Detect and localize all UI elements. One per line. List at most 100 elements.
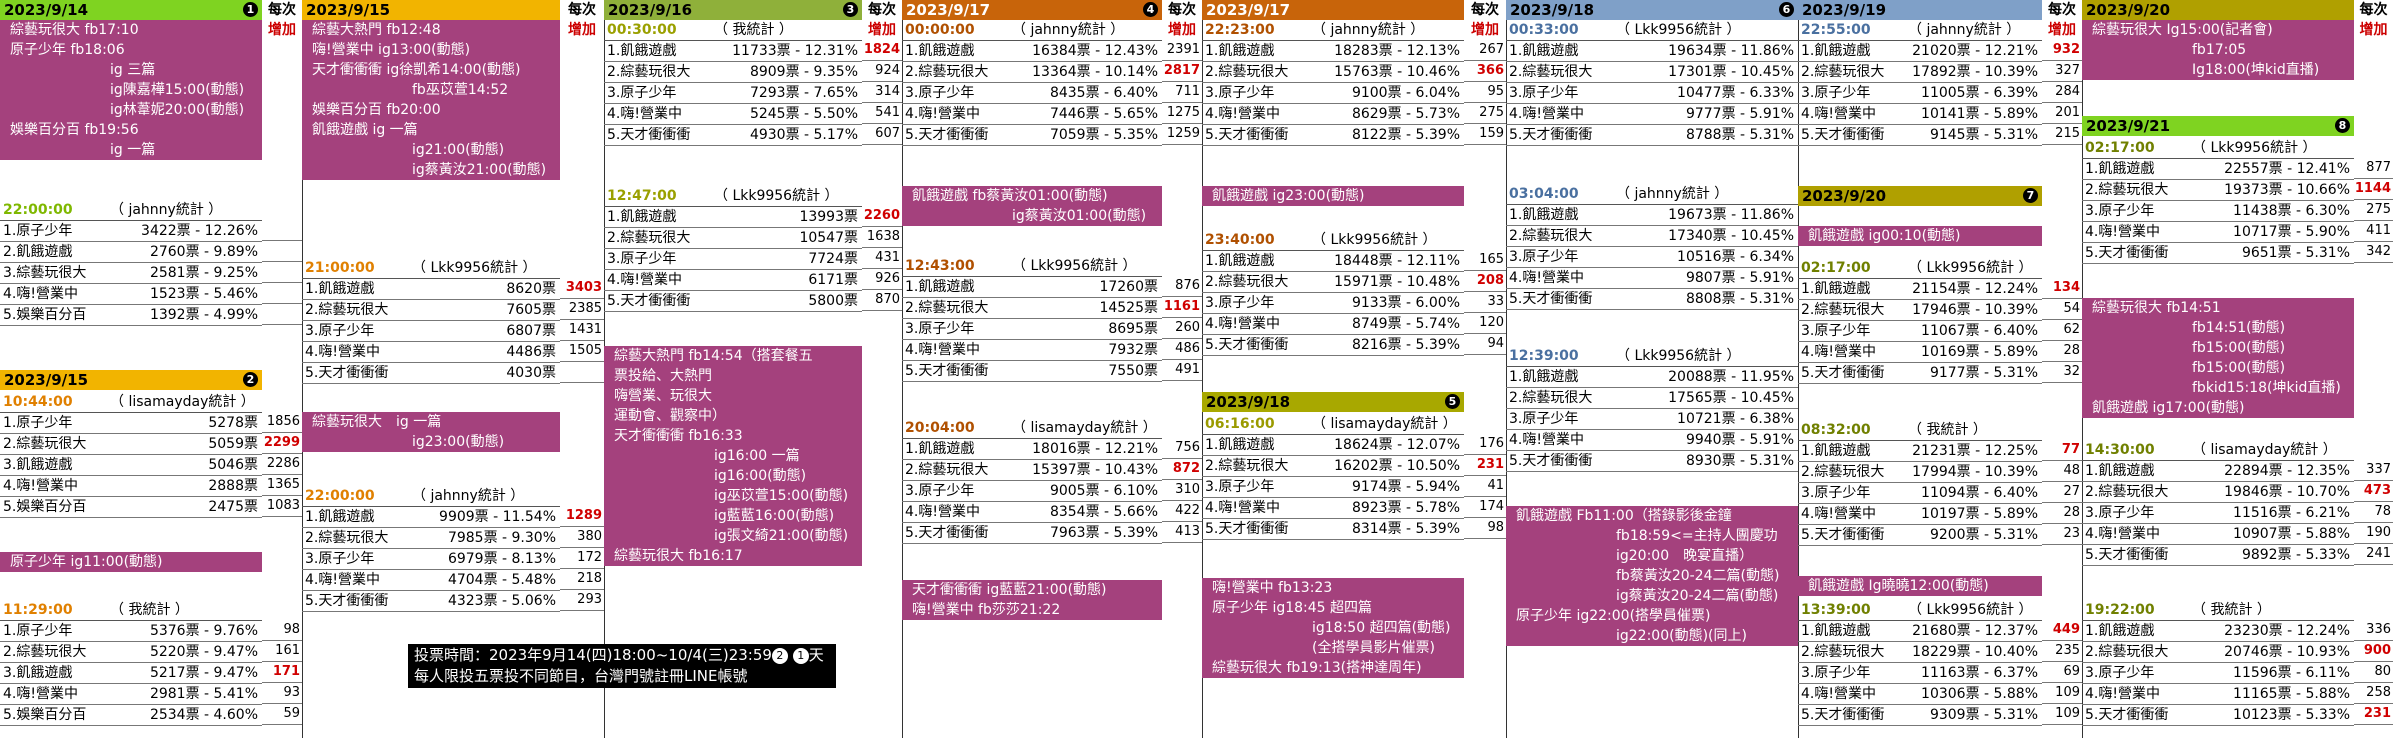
rank-row: 2.飢餓遊戲 2760票 - 9.89%	[0, 242, 262, 263]
rank-row: 2.綜藝玩很大 17565票 - 10.45%	[1506, 388, 1798, 409]
day-date: 2023/9/14	[4, 1, 89, 19]
stat-block-1-0: 21:00:00 （ Lkk9956統計 ） 1.飢餓遊戲 8620票 2.綜藝玩很大 7…	[302, 258, 560, 384]
stat-header: 00:30:00 （ 我統計 ）	[604, 20, 862, 41]
show-name: 3.飢餓遊戲	[3, 457, 73, 473]
rank-row: 4.嗨!營業中 11165票 - 5.88%	[2082, 684, 2354, 705]
rank-row: 1.原子少年 3422票 - 12.26%	[0, 221, 262, 242]
rank-row: 2.綜藝玩很大 5059票	[0, 434, 262, 455]
increment-value: 293	[560, 590, 604, 611]
day-number-badge: 6	[1779, 2, 1794, 17]
rank-row: 4.嗨!營業中 2888票	[0, 476, 262, 497]
increment-value: 1289	[560, 506, 604, 527]
rank-row: 3.原子少年 6979票 - 8.13%	[302, 549, 560, 570]
vote-count: 20088票 - 11.95%	[1668, 369, 1794, 385]
increment-value: 258	[2354, 683, 2393, 704]
announcement-line: 綜藝玩很大 ig 一篇	[312, 414, 442, 430]
rank-row: 2.綜藝玩很大 10547票	[604, 228, 862, 249]
rank-row: 3.原子少年 7293票 - 7.65%	[604, 83, 862, 104]
rank-row: 4.嗨!營業中 6171票	[604, 270, 862, 291]
announcement-line: 綜藝大熱門 fb12:48	[312, 22, 441, 38]
vote-count: 9133票 - 6.00%	[1351, 295, 1460, 311]
vote-count: 16202票 - 10.50%	[1334, 458, 1460, 474]
announcement-line: fb18:59<=主持人團慶功	[1616, 528, 1778, 544]
vote-count: 8695票	[1108, 321, 1158, 337]
rank-row: 3.飢餓遊戲 5046票	[0, 455, 262, 476]
increment-value: 80	[2354, 662, 2393, 683]
rank-row: 5.天才衝衝衝 8788票 - 5.31%	[1506, 125, 1798, 146]
increment-value: 926	[862, 269, 902, 290]
rank-row: 2.綜藝玩很大 17994票 - 10.39%	[1798, 462, 2042, 483]
increment-value: 877	[2354, 158, 2393, 179]
day-date: 2023/9/17	[906, 1, 991, 19]
increment-value: 69	[2042, 662, 2082, 683]
increment-value: 1638	[862, 227, 902, 248]
increment-header-line2: 增加	[868, 22, 896, 38]
increment-value: 172	[560, 548, 604, 569]
vote-count: 5376票 - 9.76%	[149, 623, 258, 639]
increment-value: 33	[1464, 292, 1506, 313]
increment-value: 336	[2354, 620, 2393, 641]
rank-row: 3.綜藝玩很大 2581票 - 9.25%	[0, 263, 262, 284]
announcement-line: 綜藝玩很大 fb14:51	[2092, 300, 2221, 316]
vote-count: 23230票 - 12.24%	[2224, 623, 2350, 639]
rank-row: 2.綜藝玩很大 7605票	[302, 300, 560, 321]
announcement-line: ig16:00(動態)	[714, 468, 807, 484]
rank-row: 1.飢餓遊戲 22894票 - 12.35%	[2082, 461, 2354, 482]
stat-header: 02:17:00 （ Lkk9956統計 ）	[1798, 258, 2042, 279]
stat-block-7-1: 14:30:00 （ lisamayday統計 ） 1.飢餓遊戲 22894票 - 1…	[2082, 440, 2354, 566]
stat-source: （ Lkk9956統計 ）	[1616, 348, 1741, 364]
increment-column: 877 1144 275 411 342	[2354, 158, 2393, 263]
vote-count: 19634票 - 11.86%	[1668, 43, 1794, 59]
increment-value: 171	[262, 662, 302, 683]
increment-value: 314	[862, 82, 902, 103]
show-name: 1.飢餓遊戲	[305, 281, 375, 297]
show-name: 4.嗨!營業中	[1801, 506, 1876, 522]
announcement-line: 原子少年 ig22:00(搭學員催票)	[1516, 608, 1711, 624]
increment-value: 1083	[262, 496, 302, 517]
rank-row: 3.原子少年 11163票 - 6.37%	[1798, 663, 2042, 684]
vote-count: 8122票 - 5.39%	[1351, 127, 1460, 143]
show-name: 1.飢餓遊戲	[2085, 463, 2155, 479]
show-name: 2.綜藝玩很大	[1509, 64, 1593, 80]
show-name: 3.原子少年	[607, 251, 677, 267]
day-date: 2023/9/19	[1802, 1, 1887, 19]
show-name: 4.嗨!營業中	[905, 504, 980, 520]
increment-value: 1144	[2354, 179, 2393, 200]
show-name: 2.綜藝玩很大	[1205, 274, 1289, 290]
stat-source: （ jahnny統計 ）	[412, 488, 525, 504]
announcement-line: 飢餓遊戲 fb蔡黃汝01:00(動態)	[912, 188, 1108, 204]
increment-column: 932 327 284 201 215	[2042, 40, 2082, 145]
rank-row: 1.飢餓遊戲 13993票	[604, 207, 862, 228]
stat-time: 22:00:00	[305, 488, 375, 504]
show-name: 1.飢餓遊戲	[1509, 207, 1579, 223]
announcement-line: 綜藝玩很大 fb17:10	[10, 22, 139, 38]
day-header-4b: 2023/9/18 5	[1202, 392, 1464, 412]
show-name: 3.原子少年	[905, 321, 975, 337]
rank-row: 2.綜藝玩很大 19846票 - 10.70%	[2082, 482, 2354, 503]
stat-time: 02:17:00	[2085, 140, 2155, 156]
voting-notice: 投票時間：2023年9月14(四)18:00~10/4(三)23:59 2 1天 …	[408, 644, 836, 688]
rank-row: 5.天才衝衝衝 9892票 - 5.33%	[2082, 545, 2354, 566]
show-name: 4.嗨!營業中	[1205, 106, 1280, 122]
announcement-line: 綜藝玩很大 fb16:17	[614, 548, 743, 564]
rank-row: 5.天才衝衝衝 4930票 - 5.17%	[604, 125, 862, 146]
rank-row: 4.嗨!營業中 9807票 - 5.91%	[1506, 268, 1798, 289]
announcement-block-7-0: 綜藝玩很大 Ig15:00(記者會) fb17:05 Ig18:00(坤kid直播)	[2082, 20, 2354, 80]
increment-value: 607	[862, 124, 902, 145]
show-name: 5.天才衝衝衝	[1205, 127, 1289, 143]
increment-column: 876 1161 260 486 491	[1162, 276, 1202, 381]
vote-count: 13993票	[799, 209, 858, 225]
show-name: 5.天才衝衝衝	[905, 127, 989, 143]
vote-count: 10169票 - 5.89%	[1921, 344, 2038, 360]
increment-column: 77 48 27 28 23	[2042, 440, 2082, 545]
vote-count: 18624票 - 12.07%	[1334, 437, 1460, 453]
show-name: 5.天才衝衝衝	[607, 293, 691, 309]
show-name: 1.飢餓遊戲	[1205, 43, 1275, 59]
increment-column: 2391 2817 711 1275 1259	[1162, 40, 1202, 145]
increment-value: 2385	[560, 299, 604, 320]
show-name: 1.飢餓遊戲	[2085, 623, 2155, 639]
show-name: 4.嗨!營業中	[1801, 106, 1876, 122]
increment-value: 78	[2354, 502, 2393, 523]
announcement-line: 娛樂百分百 fb19:56	[10, 122, 139, 138]
show-name: 5.天才衝衝衝	[607, 127, 691, 143]
